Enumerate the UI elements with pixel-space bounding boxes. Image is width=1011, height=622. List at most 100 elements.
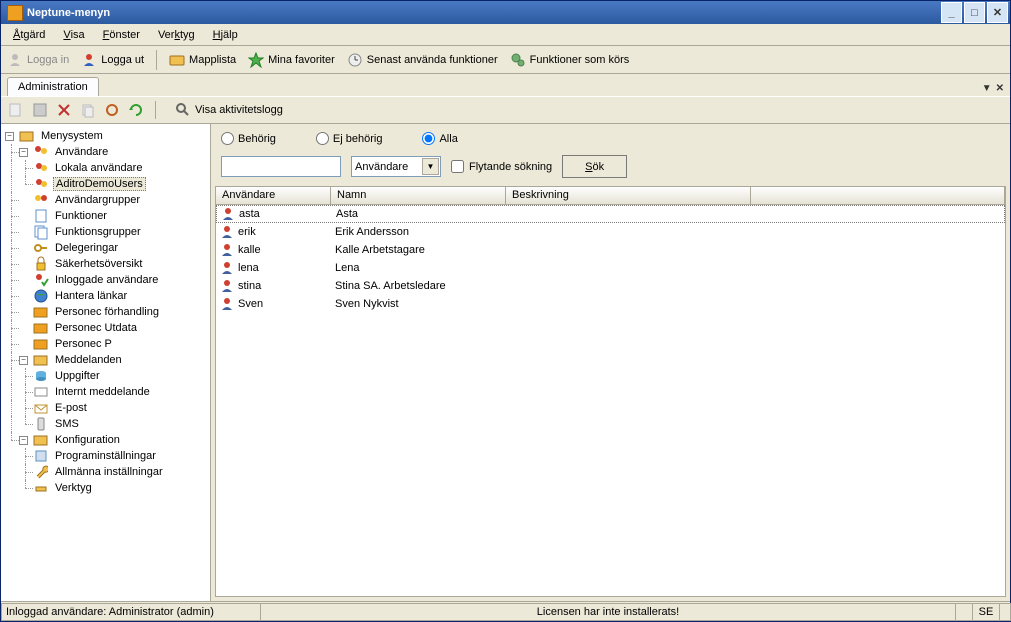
user-icon (220, 279, 234, 293)
key-icon (33, 240, 49, 256)
menu-action[interactable]: Åtgärd (5, 26, 53, 44)
filter-area: Behörig Ej behörig Alla Användare ▼ Flyt… (211, 124, 1010, 186)
tree-logged-in-users[interactable]: Inloggade användare (3, 272, 208, 288)
favorites-label: Mina favoriter (268, 54, 335, 66)
user-icon (220, 243, 234, 257)
tree-email[interactable]: E-post (3, 400, 208, 416)
radio-authorized[interactable]: Behörig (221, 132, 276, 145)
gears-icon (510, 52, 526, 68)
tree-personec-forhandling[interactable]: Personec förhandling (3, 304, 208, 320)
tree-personec-utdata[interactable]: Personec Utdata (3, 320, 208, 336)
collapse-icon[interactable]: − (19, 356, 28, 365)
type-select[interactable]: Användare ▼ (351, 156, 441, 177)
menu-help[interactable]: Hjälp (205, 26, 246, 44)
main-toolbar: Logga in Logga ut Mapplista Mina favorit… (1, 46, 1010, 74)
tree-user-groups[interactable]: Användargrupper (3, 192, 208, 208)
content-panel: Behörig Ej behörig Alla Användare ▼ Flyt… (211, 124, 1010, 601)
show-activity-log-button[interactable]: Visa aktivitetslogg (166, 99, 292, 121)
collapse-icon[interactable]: − (19, 148, 28, 157)
recent-button[interactable]: Senast använda funktioner (347, 52, 498, 68)
tree-general-settings[interactable]: Allmänna inställningar (3, 464, 208, 480)
collapse-icon[interactable]: − (19, 436, 28, 445)
tree-tools[interactable]: Verktyg (3, 480, 208, 496)
close-button[interactable]: ✕ (987, 2, 1008, 23)
tree-local-users[interactable]: Lokala användare (3, 160, 208, 176)
radio-unauthorized[interactable]: Ej behörig (316, 132, 383, 145)
minimize-button[interactable]: _ (941, 2, 962, 23)
tree-delegations[interactable]: Delegeringar (3, 240, 208, 256)
page-icon (33, 208, 49, 224)
running-button[interactable]: Funktioner som körs (510, 52, 630, 68)
tree-function-groups[interactable]: Funktionsgrupper (3, 224, 208, 240)
tab-administration[interactable]: Administration (7, 77, 99, 96)
new-icon[interactable] (7, 101, 25, 119)
table-row[interactable]: astaAsta (216, 205, 1005, 223)
table-row[interactable]: erikErik Andersson (216, 223, 1005, 241)
user-icon (220, 297, 234, 311)
tree-program-settings[interactable]: Programinställningar (3, 448, 208, 464)
tree-configuration[interactable]: − Konfiguration (3, 432, 208, 448)
folder-list-button[interactable]: Mapplista (169, 52, 236, 68)
settings-icon (33, 448, 49, 464)
table-row[interactable]: kalleKalle Arbetstagare (216, 241, 1005, 259)
folder-icon (33, 320, 49, 336)
maximize-button[interactable]: □ (964, 2, 985, 23)
table-row[interactable]: SvenSven Nykvist (216, 295, 1005, 313)
app-window: Neptune-menyn _ □ ✕ Åtgärd Visa Fönster … (0, 0, 1011, 622)
col-name[interactable]: Namn (331, 187, 506, 204)
tree-tasks[interactable]: Uppgifter (3, 368, 208, 384)
radio-all[interactable]: Alla (422, 132, 457, 145)
user-icon (220, 261, 234, 275)
wrench-icon (33, 464, 49, 480)
favorites-button[interactable]: Mina favoriter (248, 52, 335, 68)
link-icon[interactable] (103, 101, 121, 119)
tree-internal-message[interactable]: Internt meddelande (3, 384, 208, 400)
menu-action-label: tgärd (20, 29, 45, 41)
tree-security-overview[interactable]: Säkerhetsöversikt (3, 256, 208, 272)
chevron-down-icon: ▼ (422, 158, 439, 175)
tree-messages[interactable]: − Meddelanden (3, 352, 208, 368)
users-icon (33, 144, 49, 160)
login-label: Logga in (27, 54, 69, 66)
login-button[interactable]: Logga in (7, 52, 69, 68)
search-button[interactable]: Sök (562, 155, 627, 178)
refresh-icon[interactable] (127, 101, 145, 119)
tree-functions[interactable]: Funktioner (3, 208, 208, 224)
tab-close-icon[interactable]: ✕ (996, 83, 1004, 94)
copy-icon[interactable] (79, 101, 97, 119)
search-input[interactable] (221, 156, 341, 177)
floating-search-checkbox[interactable]: Flytande sökning (451, 160, 552, 173)
tree-root[interactable]: − Menysystem (3, 128, 208, 144)
menu-view[interactable]: Visa (55, 26, 92, 44)
tree-aditro-demo-users[interactable]: AditroDemoUsers (3, 176, 208, 192)
col-description[interactable]: Beskrivning (506, 187, 751, 204)
titlebar: Neptune-menyn _ □ ✕ (1, 1, 1010, 24)
tool-icon (33, 480, 49, 496)
tree-personec-p[interactable]: Personec P (3, 336, 208, 352)
folder-icon (33, 336, 49, 352)
table-row[interactable]: stinaStina SA. Arbetsledare (216, 277, 1005, 295)
tree-sms[interactable]: SMS (3, 416, 208, 432)
status-lang: SE (972, 603, 1000, 621)
search-icon (175, 102, 191, 118)
table-row[interactable]: lenaLena (216, 259, 1005, 277)
tree-manage-links[interactable]: Hantera länkar (3, 288, 208, 304)
select-value: Användare (355, 161, 408, 173)
table-body: astaAstaerikErik AnderssonkalleKalle Arb… (216, 205, 1005, 313)
status-user: Inloggad användare: Administrator (admin… (1, 603, 261, 621)
logout-icon (81, 52, 97, 68)
tab-dropdown-icon[interactable]: ▼ (982, 83, 992, 94)
login-icon (7, 52, 23, 68)
logout-button[interactable]: Logga ut (81, 52, 144, 68)
col-user[interactable]: Användare (216, 187, 331, 204)
menu-tools[interactable]: Verktyg (150, 26, 203, 44)
users-icon (33, 176, 49, 192)
collapse-icon[interactable]: − (5, 132, 14, 141)
save-icon[interactable] (31, 101, 49, 119)
tree-users[interactable]: − Användare (3, 144, 208, 160)
menu-window[interactable]: Fönster (95, 26, 148, 44)
sub-toolbar: Visa aktivitetslogg (1, 96, 1010, 124)
delete-icon[interactable] (55, 101, 73, 119)
folder-icon (33, 352, 49, 368)
resize-grip[interactable] (999, 603, 1011, 621)
